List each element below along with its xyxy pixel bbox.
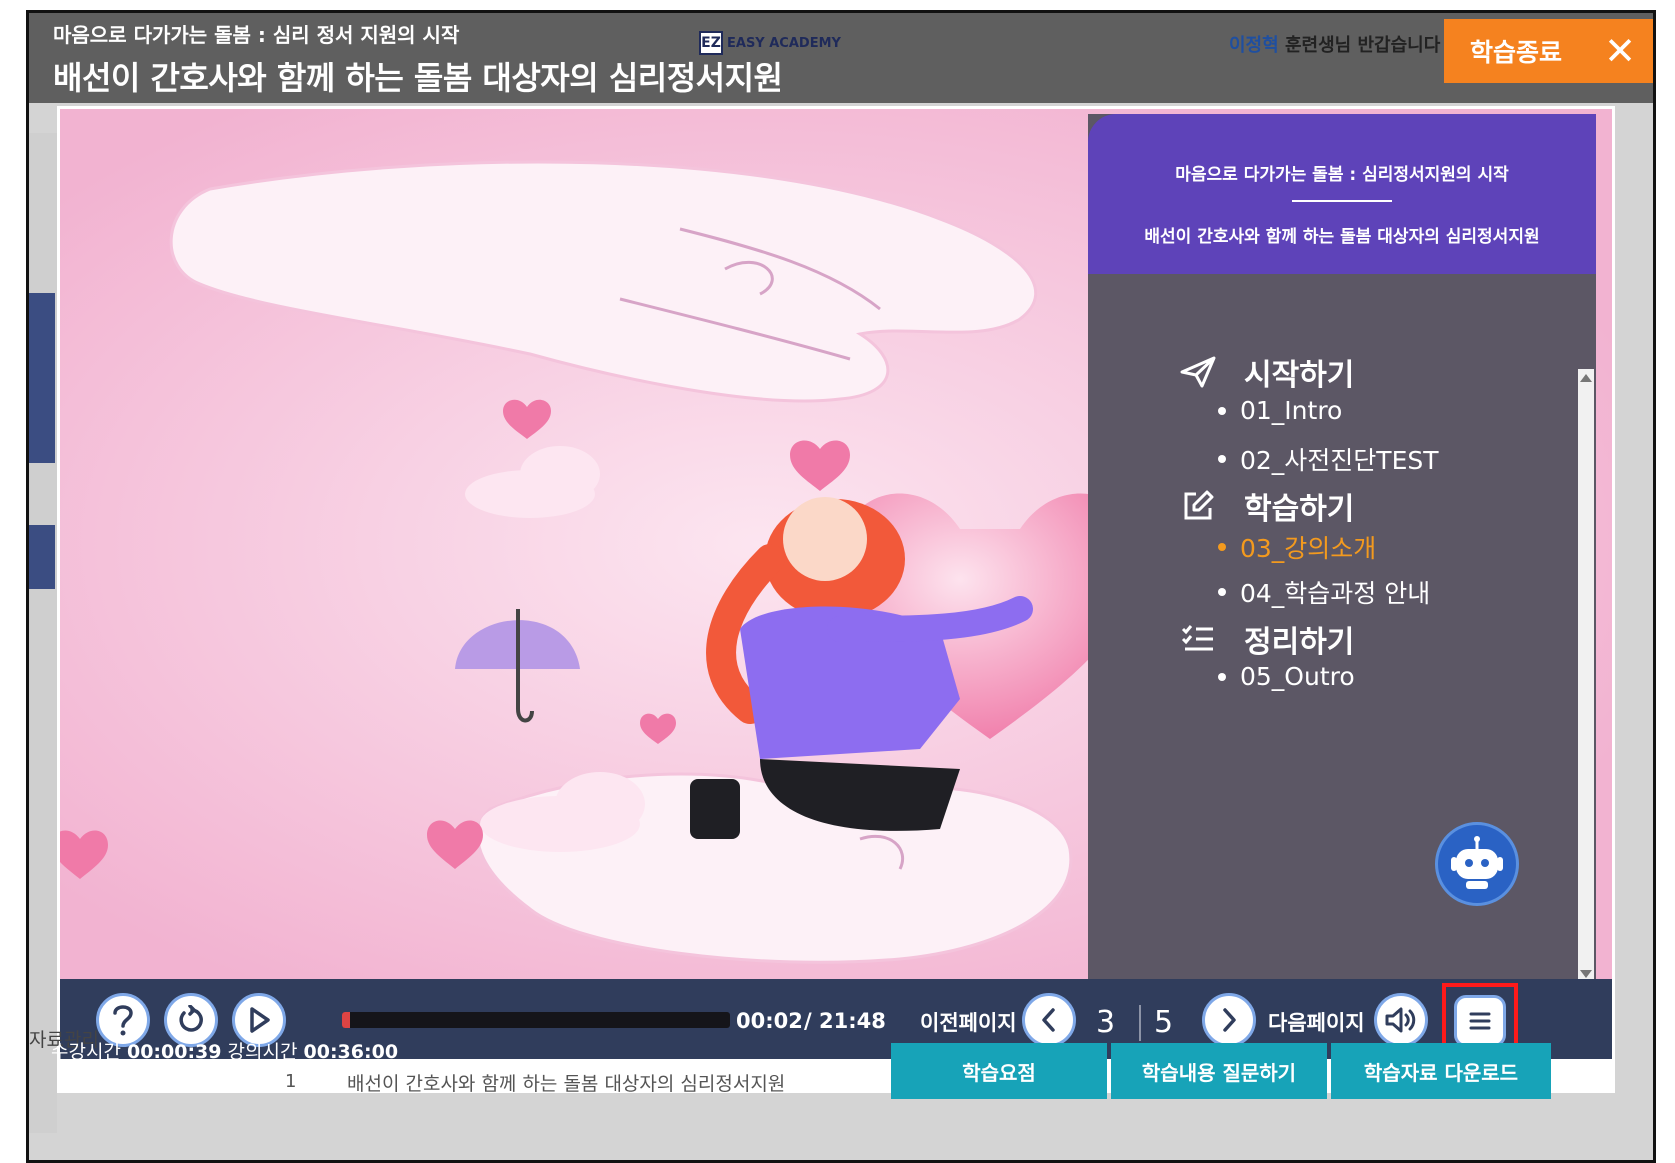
greeting: 이정혁 훈련생님 반갑습니다 [1229,31,1440,57]
bullet [1218,543,1226,551]
menu-divider [1292,200,1392,202]
end-learning-button[interactable]: 학습종료 ✕ [1444,19,1653,83]
study-time-value: 00:00:39 [126,1041,222,1063]
checklist-icon [1178,621,1218,657]
background-page [29,133,57,1133]
bullet [1218,455,1226,463]
table-of-contents-panel: 마음으로 다가가는 돌봄 : 심리정서지원의 시작 배선이 간호사와 함께 하는… [1088,114,1596,979]
background-sidebar-block [29,525,55,589]
menu-course-title: 마음으로 다가가는 돌봄 : 심리정서지원의 시작 [1175,165,1509,185]
paper-plane-icon [1178,354,1218,390]
greeting-text: 훈련생님 반갑습니다 [1278,35,1441,56]
bullet [1218,588,1226,596]
lecture-time-value: 00:36:00 [303,1041,399,1063]
section-label: 학습하기 [1244,492,1355,527]
header: 마음으로 다가가는 돌봄 : 심리 정서 지원의 시작 배선이 간호사와 함께 … [29,13,1653,103]
brand-name: EASY ACADEMY [727,35,841,51]
footer: 자료관리 수강시간 00:00:39 강의시간 00:36:00 1 배선이 간… [29,1025,1653,1160]
bullet [1218,406,1226,415]
section-summary: 정리하기 [1178,617,1354,661]
lecture-title: 배선이 간호사와 함께 하는 돌봄 대상자의 심리정서지원 [53,59,783,97]
toc-item[interactable]: 02_사전진단TEST [1218,441,1439,477]
brand-logo-icon: EZ [699,31,723,55]
menu-lecture-title: 배선이 간호사와 함께 하는 돌봄 대상자의 심리정서지원 [1144,227,1540,247]
toc-item[interactable]: 05_Outro [1218,662,1355,691]
scroll-up-icon[interactable] [1580,374,1592,382]
study-summary-button[interactable]: 학습요점 [891,1043,1107,1099]
section-learn: 학습하기 [1178,484,1354,528]
video-stage[interactable]: 마음으로 다가가는 돌봄 : 심리정서지원의 시작 배선이 간호사와 함께 하는… [60,109,1612,979]
scroll-down-icon[interactable] [1580,970,1592,978]
section-start: 시작하기 [1178,350,1354,394]
menu-header: 마음으로 다가가는 돌봄 : 심리정서지원의 시작 배선이 간호사와 함께 하는… [1088,114,1596,274]
close-icon: ✕ [1604,29,1636,73]
study-time: 수강시간 00:00:39 강의시간 00:36:00 [51,1037,398,1064]
toc-item[interactable]: 04_학습과정 안내 [1218,574,1430,610]
toc-item-label: 02_사전진단TEST [1240,446,1439,475]
learning-window: 마음으로 다가가는 돌봄 : 심리 정서 지원의 시작 배선이 간호사와 함께 … [26,10,1656,1163]
course-title: 마음으로 다가가는 돌봄 : 심리 정서 지원의 시작 [53,23,460,47]
player: 마음으로 다가가는 돌봄 : 심리정서지원의 시작 배선이 간호사와 함께 하는… [57,106,1615,1093]
background-sidebar-block [29,293,55,463]
study-time-label: 수강시간 [51,1041,121,1063]
row-title: 배선이 간호사와 함께 하는 돌봄 대상자의 심리정서지원 [347,1073,786,1095]
section-label: 정리하기 [1244,625,1355,660]
toc-item-label: 04_학습과정 안내 [1240,579,1431,608]
bullet [1218,672,1226,681]
chatbot-button[interactable] [1435,822,1519,906]
download-materials-button[interactable]: 학습자료 다운로드 [1331,1043,1551,1099]
ask-question-button[interactable]: 학습내용 질문하기 [1111,1043,1327,1099]
toc-item[interactable]: 01_Intro [1218,396,1342,425]
toc-item-label: 03_강의소개 [1240,534,1377,563]
section-label: 시작하기 [1244,358,1355,393]
toc-item-current[interactable]: 03_강의소개 [1218,529,1376,565]
end-learning-label: 학습종료 [1470,38,1563,67]
brand: EZ EASY ACADEMY [699,31,841,55]
edit-icon [1178,488,1218,524]
toc-item-label: 05_Outro [1240,662,1355,691]
lecture-time-label: 강의시간 [227,1041,298,1063]
menu-scrollbar[interactable] [1578,369,1594,979]
toc-item-label: 01_Intro [1240,396,1343,425]
user-name: 이정혁 [1229,35,1279,56]
robot-icon [1451,836,1503,889]
row-number: 1 [285,1071,297,1092]
